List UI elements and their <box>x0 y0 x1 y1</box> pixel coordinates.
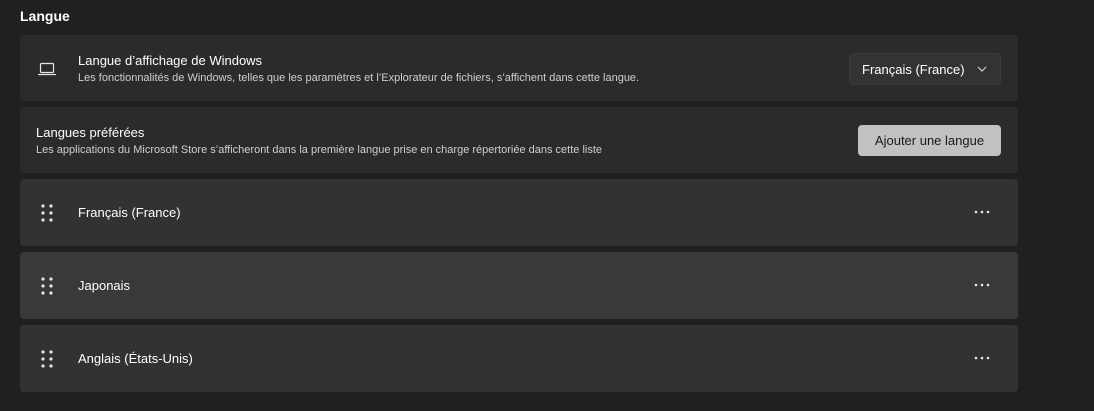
section-title: Langue <box>20 8 70 24</box>
display-language-selected: Français (France) <box>862 62 965 77</box>
more-options-icon[interactable] <box>974 205 990 219</box>
chevron-down-icon <box>977 66 987 72</box>
drag-handle-icon[interactable] <box>41 350 53 368</box>
drag-handle-icon[interactable] <box>41 204 53 222</box>
language-row[interactable]: Japonais <box>20 252 1018 319</box>
language-name: Français (France) <box>78 205 181 220</box>
language-name: Japonais <box>78 278 131 293</box>
language-name: Anglais (États-Unis) <box>78 351 193 366</box>
preferred-languages-card: Langues préférées Les applications du Mi… <box>20 107 1018 173</box>
drag-handle-icon[interactable] <box>41 277 53 295</box>
display-language-title: Langue d’affichage de Windows <box>78 53 263 68</box>
monitor-icon <box>38 62 56 76</box>
language-row[interactable]: Anglais (États-Unis) <box>20 325 1018 392</box>
language-row[interactable]: Français (France) <box>20 179 1018 246</box>
display-language-description: Les fonctionnalités de Windows, telles q… <box>78 72 640 84</box>
preferred-languages-description: Les applications du Microsoft Store s’af… <box>36 144 603 156</box>
more-options-icon[interactable] <box>974 278 990 292</box>
preferred-languages-title: Langues préférées <box>36 125 145 140</box>
add-language-button[interactable]: Ajouter une langue <box>858 125 1001 156</box>
more-options-icon[interactable] <box>974 351 990 365</box>
display-language-dropdown[interactable]: Français (France) <box>849 53 1001 85</box>
display-language-card: Langue d’affichage de Windows Les foncti… <box>20 35 1018 101</box>
